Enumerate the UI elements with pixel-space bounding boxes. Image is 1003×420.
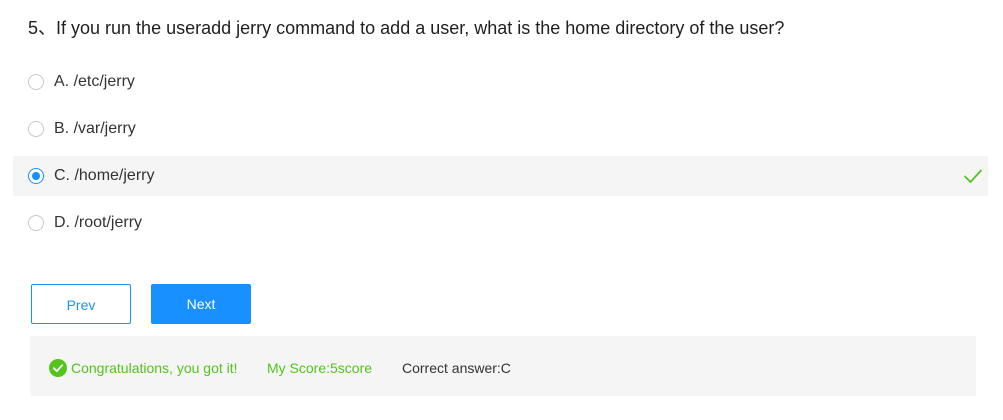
next-button[interactable]: Next — [151, 284, 251, 324]
radio-button-selected[interactable] — [28, 168, 44, 184]
option-label: C. /home/jerry — [54, 167, 155, 184]
prev-button[interactable]: Prev — [31, 284, 131, 324]
quiz-page: 5、If you run the useradd jerry command t… — [0, 0, 1003, 420]
option-c[interactable]: C. /home/jerry — [13, 156, 988, 196]
congrats-message: Congratulations, you got it! — [71, 360, 238, 376]
option-label: D. /root/jerry — [54, 214, 143, 231]
correct-answer-text: Correct answer:C — [402, 360, 511, 376]
result-panel: Congratulations, you got it! My Score:5s… — [30, 336, 976, 396]
score-text: My Score:5score — [267, 360, 373, 376]
option-label: B. /var/jerry — [54, 120, 136, 137]
check-circle-icon — [49, 359, 67, 377]
option-d[interactable]: D. /root/jerry — [13, 203, 988, 243]
question-text: 5、If you run the useradd jerry command t… — [28, 18, 785, 38]
option-a[interactable]: A. /etc/jerry — [13, 62, 988, 102]
radio-button[interactable] — [28, 215, 44, 231]
radio-button[interactable] — [28, 74, 44, 90]
check-icon — [964, 169, 982, 183]
option-label: A. /etc/jerry — [54, 73, 135, 90]
option-b[interactable]: B. /var/jerry — [13, 109, 988, 149]
radio-button[interactable] — [28, 121, 44, 137]
